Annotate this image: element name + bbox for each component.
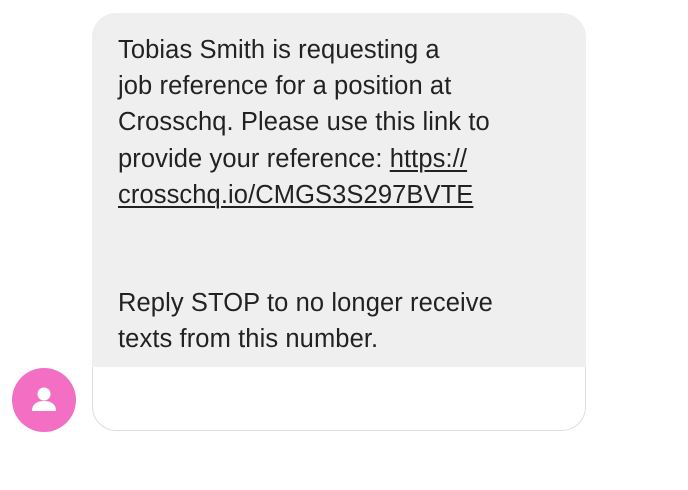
opt-out-line: Reply STOP to no longer receive	[118, 289, 493, 318]
person-icon	[32, 387, 56, 411]
message-text-area: Tobias Smith is requesting a job referen…	[92, 13, 586, 367]
message-line: job reference for a position at	[118, 72, 452, 101]
message-line: provide your reference:	[118, 144, 390, 173]
sender-avatar[interactable]	[12, 368, 76, 432]
message-line: Tobias Smith is requesting a	[118, 36, 440, 64]
message-bubble-footer	[92, 367, 586, 431]
opt-out-line: texts from this number.	[118, 325, 379, 354]
message-thread: Tobias Smith is requesting a job referen…	[0, 0, 688, 490]
message-body: Tobias Smith is requesting a job referen…	[118, 32, 562, 213]
message-line: Crosschq. Please use this link to	[118, 108, 490, 137]
reference-link-part2[interactable]: crosschq.io/CMGS3S297BVTE	[118, 181, 473, 209]
reference-link-part1[interactable]: https://	[390, 145, 467, 173]
incoming-message-bubble[interactable]: Tobias Smith is requesting a job referen…	[92, 13, 586, 431]
opt-out-notice: Reply STOP to no longer receive texts fr…	[118, 285, 562, 357]
